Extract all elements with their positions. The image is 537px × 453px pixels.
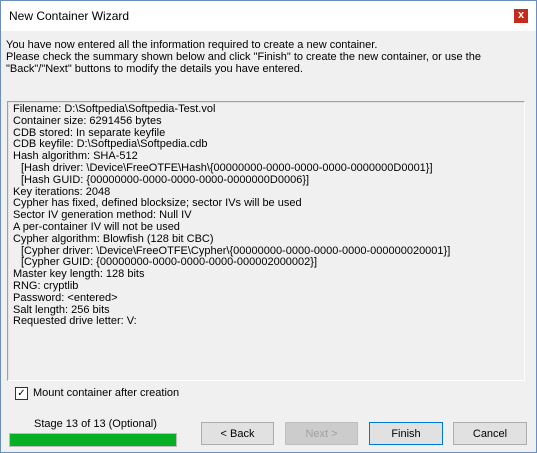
summary-line: Password: <entered>: [13, 291, 118, 304]
close-button[interactable]: x: [514, 9, 528, 23]
intro-line: Please check the summary shown below and…: [6, 51, 481, 63]
intro-text: You have now entered all the information…: [6, 39, 526, 75]
window-title: New Container Wizard: [9, 9, 130, 23]
finish-button[interactable]: Finish: [369, 422, 443, 445]
stage-progress-bar: [9, 433, 177, 447]
back-button[interactable]: < Back: [201, 422, 274, 445]
summary-lines: Filename: D:\Softpedia\Softpedia-Test.vo…: [13, 103, 450, 328]
stage-label: Stage 13 of 13 (Optional): [34, 418, 157, 430]
summary-line: [Hash driver: \Device\FreeOTFE\Hash\{000…: [21, 161, 433, 174]
summary-line: [Hash GUID: {00000000-0000-0000-0000-000…: [21, 173, 310, 186]
summary-line: Requested drive letter: V:: [13, 315, 137, 328]
check-icon: ✓: [17, 388, 26, 399]
intro-line: You have now entered all the information…: [6, 39, 378, 51]
cancel-button[interactable]: Cancel: [453, 422, 527, 445]
intro-line: "Back"/"Next" buttons to modify the deta…: [6, 63, 303, 75]
mount-checkbox-label[interactable]: Mount container after creation: [33, 387, 179, 399]
stage-progress-fill: [10, 434, 176, 446]
wizard-window: New Container Wizard x You have now ente…: [0, 0, 537, 453]
summary-line: Master key length: 128 bits: [13, 268, 145, 281]
summary-line: A per-container IV will not be used: [13, 220, 180, 233]
summary-line: Container size: 6291456 bytes: [13, 114, 162, 127]
summary-box[interactable]: Filename: D:\Softpedia\Softpedia-Test.vo…: [7, 101, 525, 381]
close-icon: x: [517, 9, 525, 21]
summary-line: RNG: cryptlib: [13, 279, 79, 292]
mount-checkbox[interactable]: ✓: [15, 387, 28, 400]
title-bar[interactable]: New Container Wizard x: [1, 1, 536, 31]
next-button[interactable]: Next >: [285, 422, 358, 445]
summary-line: Cypher algorithm: Blowfish (128 bit CBC): [13, 232, 214, 245]
